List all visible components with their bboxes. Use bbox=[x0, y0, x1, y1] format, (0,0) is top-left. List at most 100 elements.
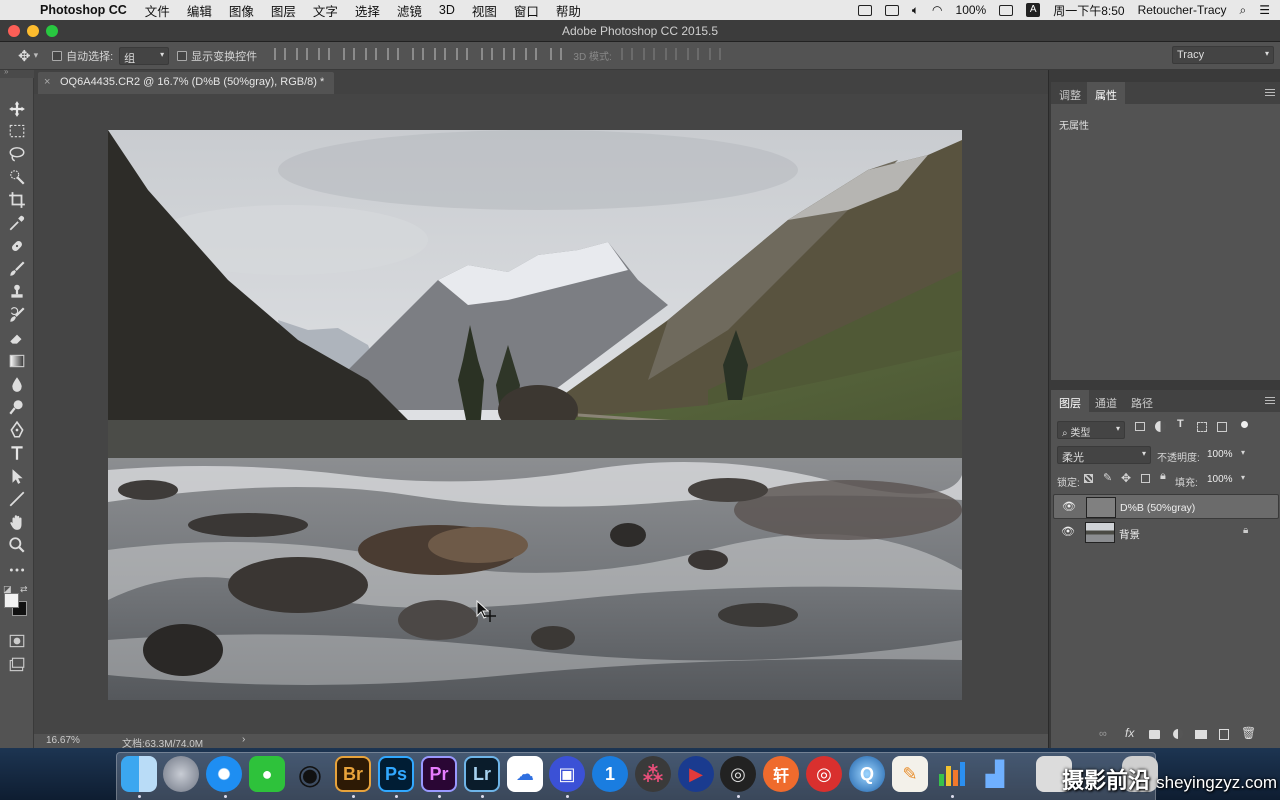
distribute-left-icon[interactable] bbox=[481, 48, 494, 60]
distribute-right-icon[interactable] bbox=[525, 48, 538, 60]
wifi-icon[interactable]: ◠ bbox=[932, 3, 942, 17]
distribute-hcenter-icon[interactable] bbox=[503, 48, 516, 60]
quick-selection-tool-icon[interactable] bbox=[8, 168, 26, 186]
panel-menu-icon[interactable] bbox=[1265, 89, 1275, 96]
distribute-bottom-icon[interactable] bbox=[456, 48, 469, 60]
new-adjustment-layer-icon[interactable] bbox=[1173, 729, 1183, 739]
align-hcenter-icon[interactable] bbox=[365, 48, 378, 60]
slide-3d-icon[interactable] bbox=[686, 48, 699, 60]
menu-3d[interactable]: 3D bbox=[439, 3, 455, 17]
distribute-vcenter-icon[interactable] bbox=[434, 48, 447, 60]
delete-layer-icon[interactable]: 🗑︎ bbox=[1241, 726, 1256, 740]
dock-davinci-icon[interactable]: ⁂ bbox=[635, 756, 671, 792]
auto-select-dropdown[interactable]: 组 ▾ bbox=[119, 46, 170, 65]
screen-mode-icon[interactable] bbox=[8, 656, 26, 674]
notification-center-icon[interactable]: ☰ bbox=[1259, 3, 1270, 17]
menu-select[interactable]: 选择 bbox=[355, 1, 380, 20]
opacity-input[interactable]: 100% bbox=[1207, 449, 1233, 460]
dock-finder-icon[interactable] bbox=[121, 756, 157, 792]
dock-lightroom-icon[interactable]: Lr bbox=[464, 756, 500, 792]
workspace-dropdown[interactable]: Tracy ▾ bbox=[1172, 46, 1274, 64]
crop-tool-icon[interactable] bbox=[8, 191, 26, 209]
gradient-tool-icon[interactable] bbox=[8, 352, 26, 370]
document-tab[interactable]: × OQ6A4435.CR2 @ 16.7% (D%B (50%gray), R… bbox=[38, 72, 334, 94]
menu-help[interactable]: 帮助 bbox=[556, 1, 581, 20]
dock-obs-icon[interactable]: ◎ bbox=[720, 756, 756, 792]
align-left-icon[interactable] bbox=[343, 48, 356, 60]
battery-percent[interactable]: 100% bbox=[956, 3, 987, 17]
screen-record-icon[interactable] bbox=[857, 4, 872, 16]
dock-keynote-icon[interactable]: ▟ bbox=[977, 756, 1013, 792]
lock-transparent-icon[interactable] bbox=[1084, 474, 1093, 483]
line-tool-icon[interactable] bbox=[8, 490, 26, 508]
dodge-tool-icon[interactable] bbox=[8, 398, 26, 416]
distribute-top-icon[interactable] bbox=[412, 48, 425, 60]
menu-app-name[interactable]: Photoshop CC bbox=[40, 3, 127, 17]
layer-name[interactable]: 背景 bbox=[1119, 527, 1140, 542]
history-brush-tool-icon[interactable] bbox=[8, 306, 26, 324]
quick-mask-icon[interactable] bbox=[8, 632, 26, 650]
filter-smart-object-icon[interactable] bbox=[1217, 422, 1227, 432]
menu-type[interactable]: 文字 bbox=[313, 1, 338, 20]
filter-type-icon[interactable]: T bbox=[1177, 418, 1184, 430]
panel-menu-icon[interactable] bbox=[1265, 397, 1275, 404]
dock-netease-music-icon[interactable]: ◎ bbox=[806, 756, 842, 792]
blend-mode-dropdown[interactable]: 柔光 ▾ bbox=[1057, 446, 1151, 464]
pen-tool-icon[interactable] bbox=[8, 421, 26, 439]
dock-qq-icon[interactable]: ◉ bbox=[292, 756, 328, 792]
filter-pixel-icon[interactable] bbox=[1135, 422, 1145, 431]
menu-filter[interactable]: 滤镜 bbox=[397, 1, 422, 20]
lock-position-icon[interactable]: ✥ bbox=[1121, 471, 1131, 485]
align-bottom-icon[interactable] bbox=[318, 48, 331, 60]
display-icon[interactable] bbox=[884, 4, 899, 16]
dock-1password-icon[interactable]: 1 bbox=[592, 756, 628, 792]
move-tool-preset-icon[interactable]: ✥ bbox=[18, 47, 31, 65]
filter-adjustment-icon[interactable] bbox=[1155, 421, 1166, 432]
fill-input[interactable]: 100% bbox=[1207, 474, 1233, 485]
align-top-icon[interactable] bbox=[274, 48, 287, 60]
orbit-3d-icon[interactable] bbox=[620, 48, 633, 60]
layer-style-fx-icon[interactable]: fx bbox=[1125, 726, 1134, 740]
zoom-level[interactable]: 16.67% bbox=[46, 735, 80, 746]
lock-all-icon[interactable]: 🔒︎ bbox=[1160, 470, 1166, 483]
eyedropper-tool-icon[interactable] bbox=[8, 214, 26, 232]
visibility-eye-icon[interactable]: 👁︎ bbox=[1062, 500, 1076, 513]
lock-image-icon[interactable]: ✎ bbox=[1103, 471, 1112, 484]
lock-artboard-icon[interactable] bbox=[1141, 474, 1150, 483]
menu-file[interactable]: 文件 bbox=[145, 1, 170, 20]
clone-stamp-tool-icon[interactable] bbox=[8, 283, 26, 301]
menu-layer[interactable]: 图层 bbox=[271, 1, 296, 20]
dock-baidu-netdisk-icon[interactable]: ☁ bbox=[507, 756, 543, 792]
marquee-tool-icon[interactable] bbox=[8, 122, 26, 140]
tab-channels[interactable]: 通道 bbox=[1087, 390, 1125, 412]
dock-video-player-icon[interactable]: ▶ bbox=[678, 756, 714, 792]
brush-tool-icon[interactable] bbox=[8, 260, 26, 278]
clock[interactable]: 周一下午8:50 bbox=[1053, 2, 1124, 19]
dock-quicktime-icon[interactable]: Q bbox=[849, 756, 885, 792]
tab-layers[interactable]: 图层 bbox=[1051, 390, 1089, 412]
volume-icon[interactable]: 🔈︎ bbox=[912, 3, 919, 18]
layer-filter-dropdown[interactable]: ⌕ 类型 ▾ bbox=[1057, 421, 1125, 439]
status-menu-icon[interactable]: › bbox=[242, 734, 245, 745]
filter-shape-icon[interactable] bbox=[1197, 422, 1207, 432]
layer-row[interactable]: 👁︎ 背景 🔒︎ bbox=[1053, 520, 1279, 545]
tab-adjustments[interactable]: 调整 bbox=[1051, 82, 1089, 104]
show-transform-checkbox[interactable] bbox=[177, 50, 191, 62]
menu-view[interactable]: 视图 bbox=[472, 1, 497, 20]
auto-align-icon[interactable] bbox=[550, 48, 563, 60]
tab-paths[interactable]: 路径 bbox=[1123, 390, 1161, 412]
tab-properties[interactable]: 属性 bbox=[1087, 82, 1125, 104]
move-tool-icon[interactable] bbox=[8, 100, 26, 118]
dock-premiere-icon[interactable]: Pr bbox=[421, 756, 457, 792]
layer-row[interactable]: 👁︎ D%B (50%gray) bbox=[1053, 494, 1279, 519]
spotlight-icon[interactable]: ⌕ bbox=[1240, 3, 1247, 18]
menu-edit[interactable]: 编辑 bbox=[187, 1, 212, 20]
input-source-icon[interactable]: A bbox=[1026, 3, 1041, 17]
dock-bridge-icon[interactable]: Br bbox=[335, 756, 371, 792]
link-layers-icon[interactable]: ∞ bbox=[1099, 728, 1107, 740]
dock-wechat-icon[interactable]: ● bbox=[249, 756, 285, 792]
dock-photoshop-icon[interactable]: Ps bbox=[378, 756, 414, 792]
canvas-area[interactable] bbox=[34, 94, 1048, 734]
dock-translator-icon[interactable]: 轩 bbox=[763, 756, 799, 792]
foreground-color-swatch[interactable] bbox=[4, 593, 19, 608]
